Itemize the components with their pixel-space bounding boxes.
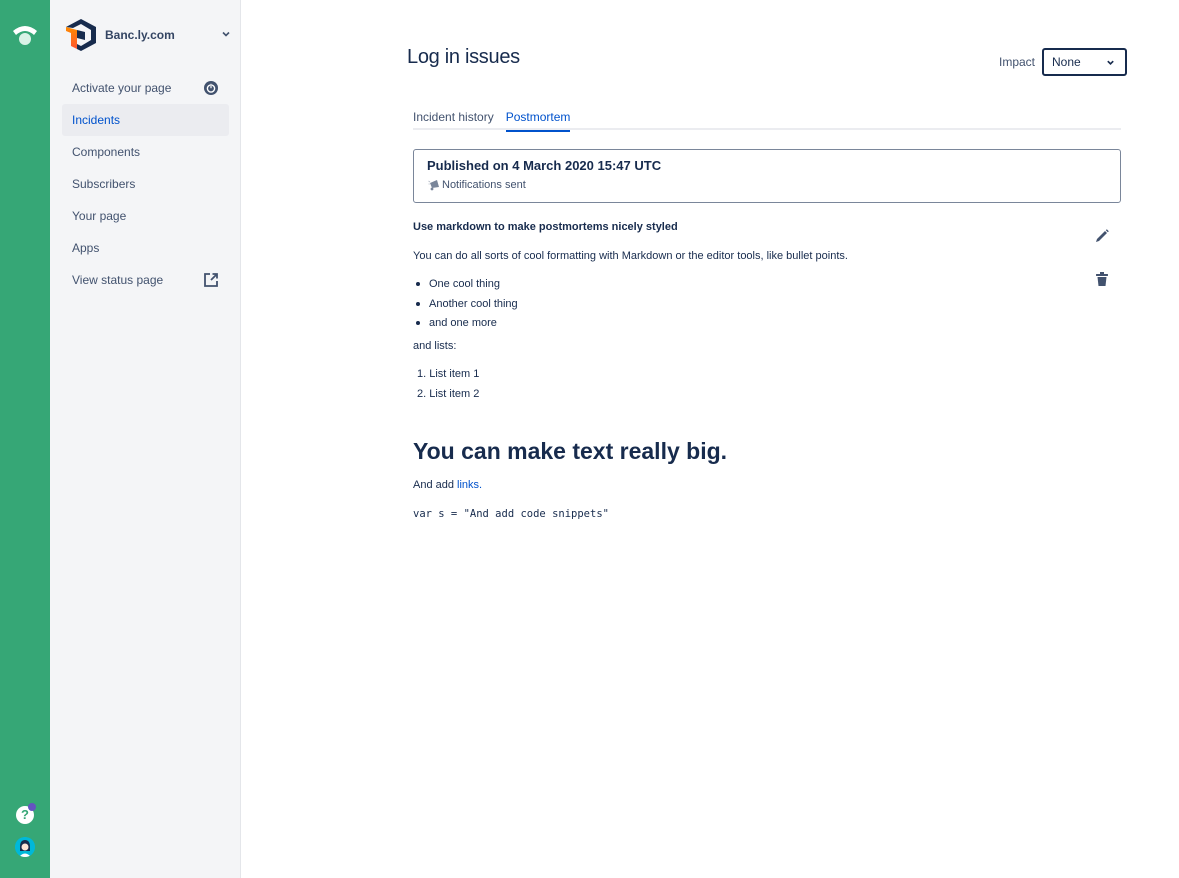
- publication-info: Published on 4 March 2020 15:47 UTC Noti…: [413, 149, 1121, 203]
- page-title: Log in issues: [407, 46, 520, 68]
- sidebar-item-view-status-page[interactable]: View status page: [62, 264, 229, 296]
- publication-title: Published on 4 March 2020 15:47 UTC: [427, 158, 662, 173]
- sidebar-item-label: Components: [72, 145, 141, 159]
- sidebar-item-label: Activate your page: [72, 81, 172, 95]
- sidebar-item-label: Your page: [72, 209, 127, 223]
- sidebar-item-apps[interactable]: Apps: [62, 232, 229, 264]
- sidebar-item-label: Subscribers: [72, 177, 136, 191]
- list-item: Another cool thing: [413, 297, 1073, 311]
- notifications-text: Notifications sent: [442, 179, 526, 191]
- code-snippet: var s = "And add code snippets": [413, 508, 609, 520]
- sidebar-item-incidents[interactable]: Incidents: [62, 104, 229, 136]
- list-item: 2. List item 2: [417, 388, 480, 400]
- chevron-down-icon: [1107, 60, 1114, 65]
- statuspage-logo-icon[interactable]: [12, 22, 38, 46]
- tab-incident-history[interactable]: Incident history: [413, 108, 494, 130]
- impact-select[interactable]: None: [1042, 48, 1127, 76]
- chevron-down-icon[interactable]: [221, 29, 231, 39]
- megaphone-icon: [428, 180, 439, 191]
- list-item: 1. List item 1: [417, 368, 480, 380]
- postmortem-intro: You can do all sorts of cool formatting …: [413, 250, 848, 262]
- sidebar-item-your-page[interactable]: Your page: [62, 200, 229, 232]
- sidebar: Banc.ly.com Activate your page Incidents…: [50, 0, 241, 878]
- sidebar-item-subscribers[interactable]: Subscribers: [62, 168, 229, 200]
- external-link-icon: [204, 273, 218, 287]
- numbered-list: 1. List item 1 2. List item 2: [413, 367, 1073, 401]
- sidebar-item-activate-your-page[interactable]: Activate your page: [62, 72, 229, 104]
- sidebar-item-label: Incidents: [72, 113, 121, 127]
- global-rail: ?: [0, 0, 50, 878]
- list-item: One cool thing: [413, 277, 1073, 291]
- company-logo-icon: [66, 19, 96, 51]
- sidebar-nav: Activate your page Incidents Components …: [62, 72, 229, 296]
- brand-switcher[interactable]: Banc.ly.com: [65, 18, 230, 52]
- postmortem-heading: Use markdown to make postmortems nicely …: [413, 221, 678, 233]
- big-heading: You can make text really big.: [413, 438, 728, 464]
- sidebar-item-label: Apps: [72, 241, 100, 255]
- power-icon: [204, 81, 218, 95]
- lists-intro: and lists:: [413, 340, 457, 352]
- trash-icon[interactable]: [1095, 271, 1109, 287]
- user-avatar[interactable]: [15, 837, 35, 857]
- list-item: and one more: [413, 316, 1073, 330]
- pencil-icon[interactable]: [1094, 228, 1110, 244]
- bullet-list: One cool thing Another cool thing and on…: [413, 277, 1073, 330]
- postmortem-link[interactable]: links.: [457, 479, 482, 491]
- brand-name: Banc.ly.com: [105, 28, 175, 42]
- link-prefix: And add: [413, 479, 458, 491]
- impact-label: Impact: [999, 55, 1036, 69]
- sidebar-item-components[interactable]: Components: [62, 136, 229, 168]
- impact-value: None: [1052, 55, 1081, 69]
- link-paragraph: And add links.: [413, 478, 1073, 492]
- tab-postmortem[interactable]: Postmortem: [505, 108, 570, 132]
- sidebar-item-label: View status page: [72, 273, 164, 287]
- postmortem-content: Use markdown to make postmortems nicely …: [413, 220, 1073, 521]
- notification-dot: [28, 803, 36, 811]
- notifications-status: Notifications sent: [428, 179, 526, 191]
- tab-bar: Incident history Postmortem: [413, 108, 1121, 132]
